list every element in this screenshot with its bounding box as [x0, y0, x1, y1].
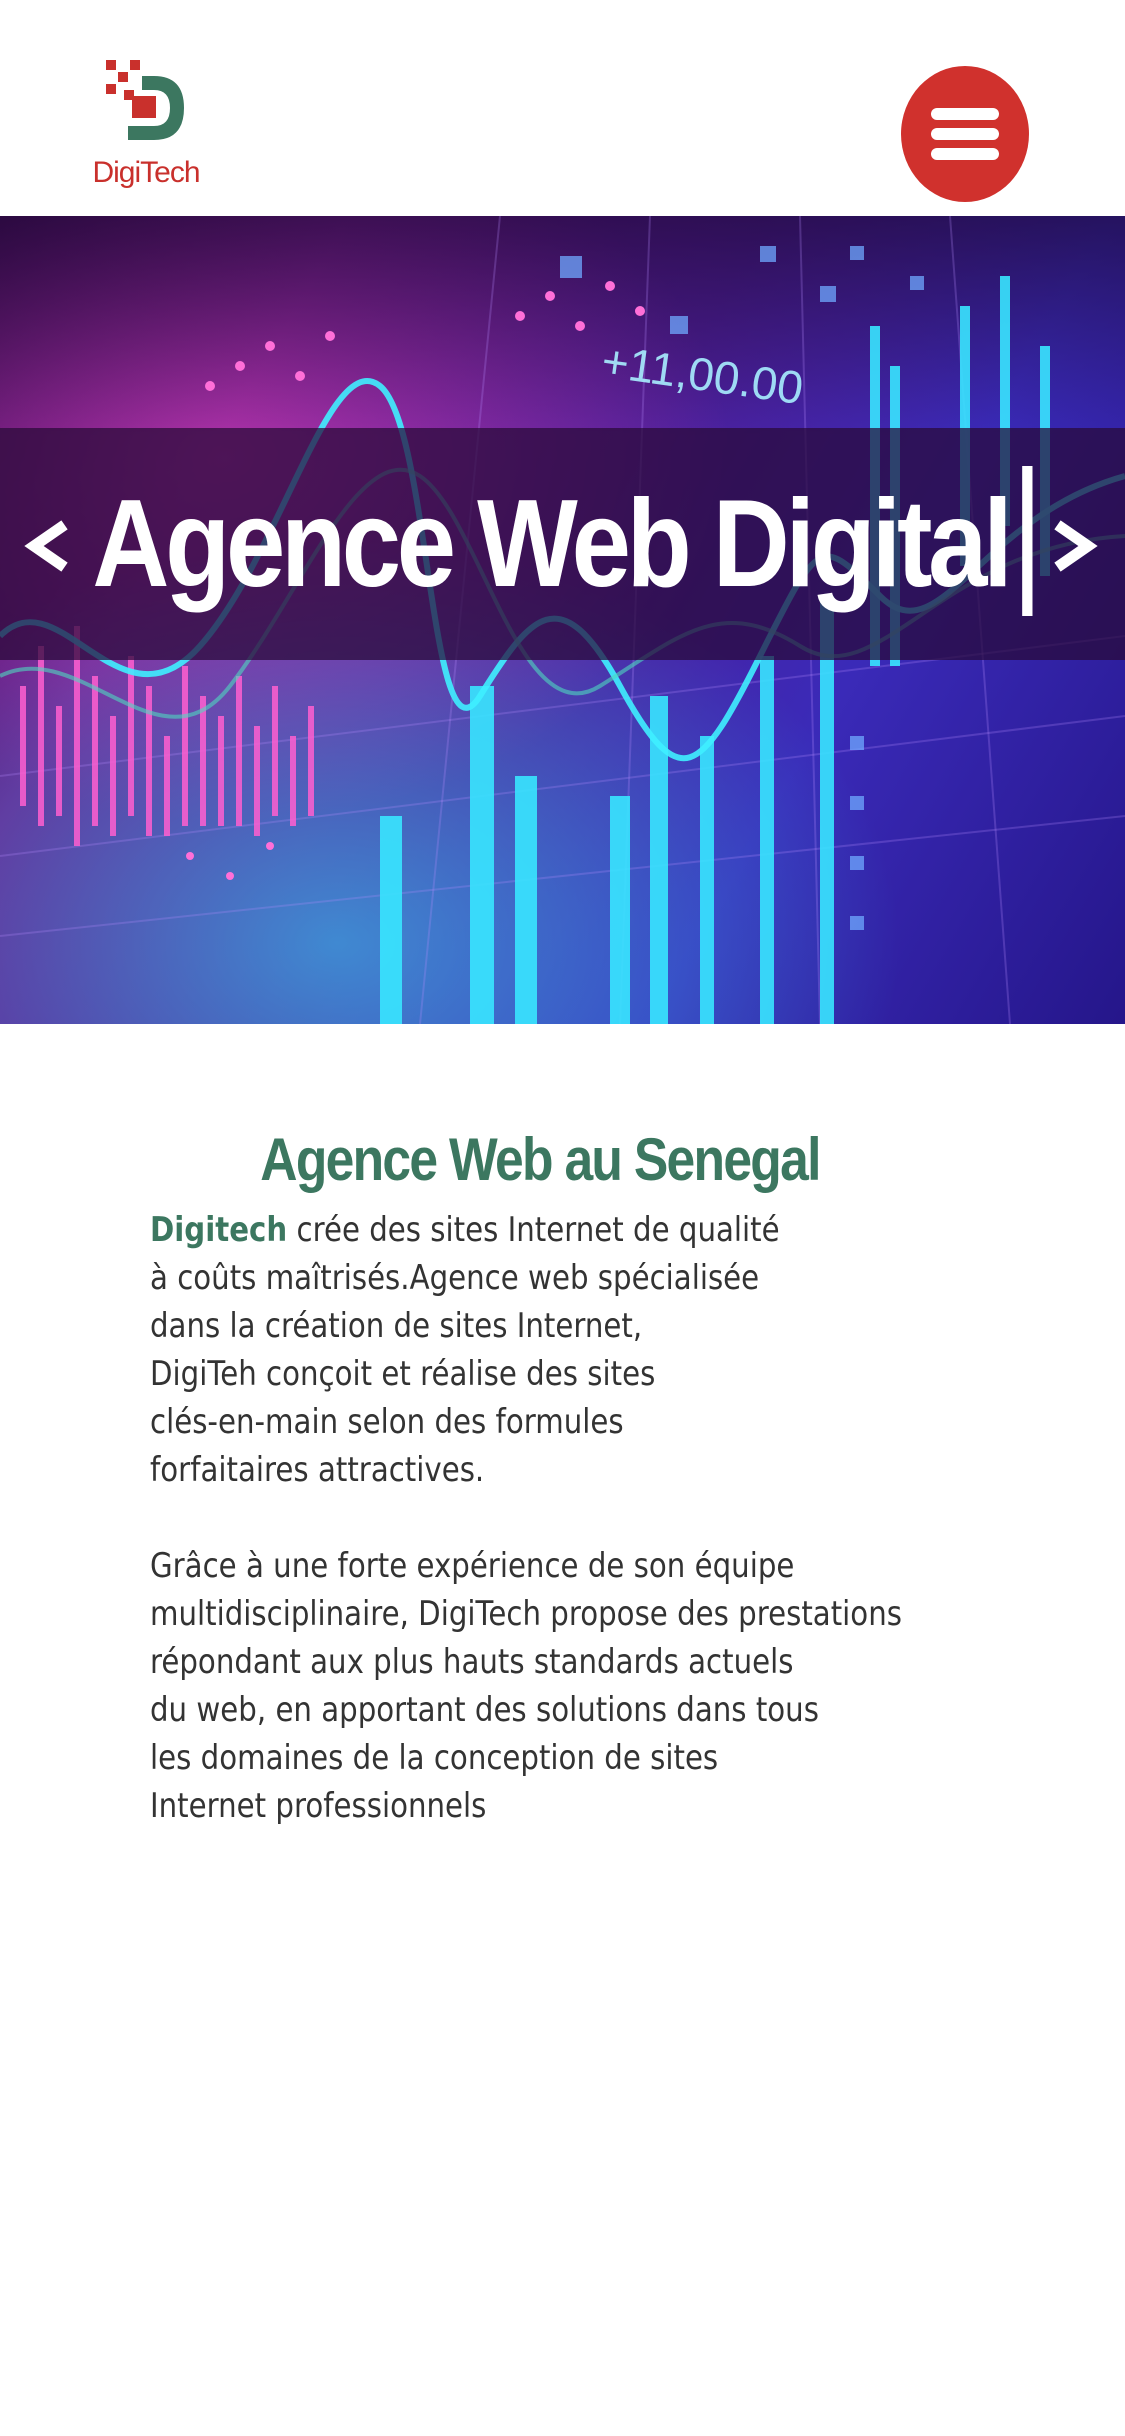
brand-name: Digitech: [150, 1210, 288, 1250]
section-title: Agence Web au Senegal: [260, 1126, 821, 1194]
about-content: Digitech crée des sites Internet de qual…: [150, 1206, 1030, 1830]
chevron-right-icon: [1054, 520, 1098, 572]
site-header: DigiTech: [0, 0, 1125, 216]
menu-button[interactable]: [901, 66, 1029, 202]
second-paragraph: Grâce à une forte expérience de son équi…: [150, 1546, 902, 1826]
logo-mark-icon: [106, 60, 184, 140]
site-logo[interactable]: DigiTech: [88, 56, 204, 196]
hero-title: Agence Web Digital: [79, 428, 1047, 660]
intro-text: crée des sites Internet de qualité à coû…: [150, 1210, 780, 1490]
slider-prev-button[interactable]: [16, 516, 76, 576]
hero-title-text: Agence Web Digital: [92, 475, 1012, 613]
hamburger-icon-bar: [931, 148, 999, 160]
slider-next-button[interactable]: [1046, 516, 1106, 576]
hero-slider: +11,00.00 Agence Web Digital: [0, 216, 1125, 1024]
typing-cursor: [1022, 466, 1033, 617]
logo-text-tech: Tech: [140, 156, 200, 189]
hamburger-icon: [931, 108, 999, 120]
hamburger-icon-bar: [931, 128, 999, 140]
logo-text-digi: Digi: [92, 156, 141, 189]
logo-text: DigiTech: [88, 158, 204, 188]
intro-paragraph: Digitech crée des sites Internet de qual…: [150, 1206, 1027, 1494]
chevron-left-icon: [24, 520, 68, 572]
